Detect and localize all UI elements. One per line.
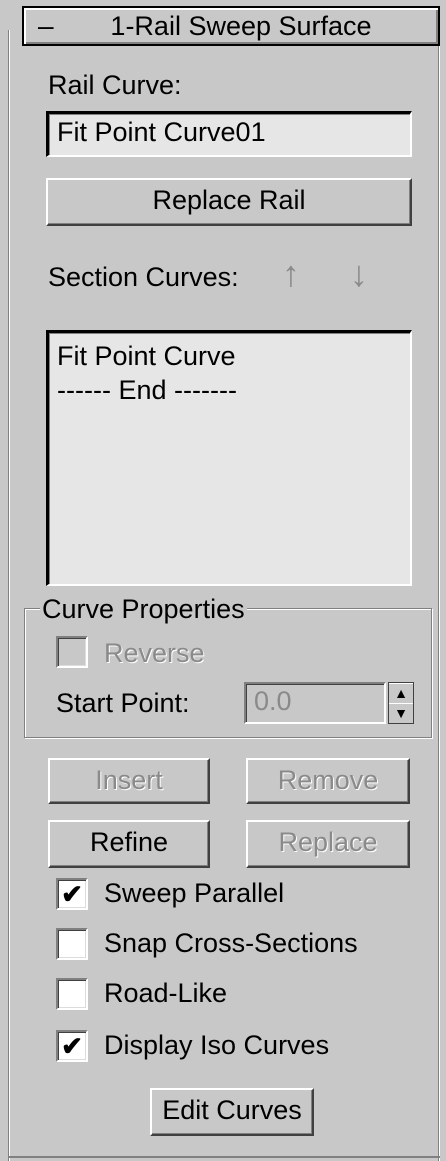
sweep-parallel-label: Sweep Parallel — [104, 878, 285, 908]
refine-button[interactable]: Refine — [48, 820, 210, 868]
panel-left-border — [8, 30, 10, 1161]
display-iso-curves-checkbox[interactable]: ✔ — [56, 1030, 88, 1062]
rail-curve-label: Rail Curve: — [48, 70, 182, 100]
move-up-icon[interactable]: ↑ — [282, 254, 300, 294]
snap-cross-sections-label: Snap Cross-Sections — [104, 928, 358, 958]
replace-rail-button[interactable]: Replace Rail — [46, 178, 412, 226]
panel-bottom-border — [8, 1156, 440, 1158]
curve-properties-title: Curve Properties — [40, 594, 247, 625]
move-down-icon[interactable]: ↓ — [350, 254, 368, 294]
list-item[interactable]: Fit Point Curve — [57, 339, 410, 373]
edit-curves-button[interactable]: Edit Curves — [150, 1088, 314, 1136]
rollout-title: 1-Rail Sweep Surface — [110, 11, 372, 41]
replace-button[interactable]: Replace — [246, 820, 410, 868]
rollout-title-bar[interactable]: – 1-Rail Sweep Surface — [22, 6, 440, 46]
list-item[interactable]: ------ End ------- — [57, 373, 410, 407]
section-curves-label: Section Curves: — [48, 262, 239, 292]
snap-cross-sections-checkbox[interactable] — [56, 928, 88, 960]
section-curves-list[interactable]: Fit Point Curve ------ End ------- — [46, 330, 412, 586]
rail-curve-field[interactable]: Fit Point Curve01 — [46, 111, 412, 157]
spinner-down-icon[interactable]: ▼ — [389, 703, 413, 723]
spinner-up-icon[interactable]: ▲ — [389, 683, 413, 703]
display-iso-curves-label: Display Iso Curves — [104, 1030, 330, 1060]
remove-button[interactable]: Remove — [246, 758, 410, 804]
panel-right-border — [438, 30, 440, 1161]
start-point-label: Start Point: — [56, 688, 190, 718]
start-point-spinner[interactable]: ▲ ▼ — [388, 682, 414, 724]
start-point-field[interactable]: 0.0 — [244, 682, 386, 724]
reverse-checkbox[interactable] — [56, 636, 88, 668]
road-like-label: Road-Like — [104, 978, 228, 1008]
reverse-label: Reverse — [104, 638, 205, 668]
sweep-parallel-checkbox[interactable]: ✔ — [56, 878, 88, 910]
insert-button[interactable]: Insert — [48, 758, 210, 804]
road-like-checkbox[interactable] — [56, 978, 88, 1010]
